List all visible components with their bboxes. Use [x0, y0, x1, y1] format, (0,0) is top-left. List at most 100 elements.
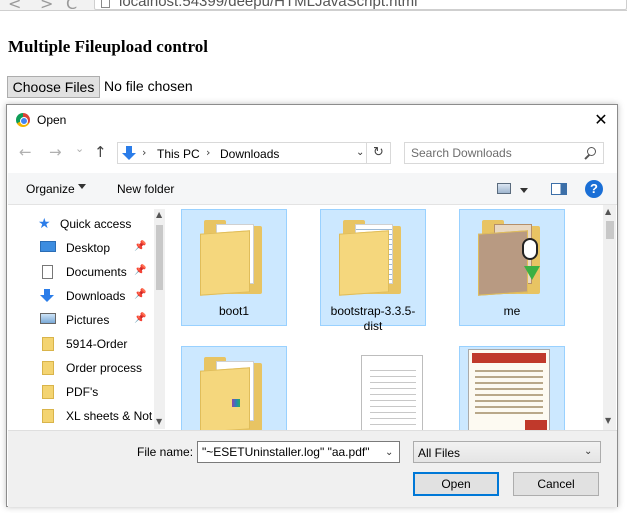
folder-icon [339, 218, 407, 298]
organize-menu[interactable]: Organize [26, 182, 75, 196]
back-arrow-icon[interactable]: ← [19, 143, 32, 161]
nav-item-xl-sheets[interactable]: XL sheets & Not [8, 405, 152, 427]
pin-icon: 📌 [134, 313, 147, 324]
downloads-icon [40, 289, 56, 303]
dialog-titlebar: Open ✕ [7, 105, 617, 135]
file-type-value: All Files [418, 446, 461, 460]
scroll-down-icon[interactable]: ▼ [156, 417, 162, 426]
scroll-up-icon[interactable]: ▲ [605, 207, 611, 216]
address-bar[interactable]: › This PC › Downloads ⌄ [117, 142, 367, 164]
choose-files-button[interactable]: Choose Files [7, 76, 100, 98]
file-name: bootstrap-3.3.5-dist [330, 304, 416, 333]
nav-item-desktop[interactable]: Desktop 📌 [8, 237, 148, 259]
navigation-scrollbar[interactable]: ▲ ▼ [154, 209, 165, 429]
dialog-footer: File name: ⌄ All Files ⌄ Open Cancel [8, 430, 617, 507]
organize-caret-icon[interactable] [78, 184, 86, 189]
folder-icon [42, 385, 54, 399]
nav-item-documents[interactable]: Documents 📌 [8, 261, 148, 283]
view-options-caret-icon[interactable] [520, 188, 528, 193]
browser-reload-icon[interactable]: C [66, 0, 77, 10]
navigation-pane: ★ Quick access Desktop 📌 Documents 📌 Dow… [8, 205, 163, 430]
file-list: boot1 bootstrap-3.3.5-dist me [169, 205, 599, 430]
folder-icon [200, 218, 268, 298]
browser-url-text: localhost:54399/deepu/HTMLJavaScript.htm… [119, 0, 418, 10]
nav-item-downloads[interactable]: Downloads 📌 [8, 285, 148, 307]
dialog-title: Open [37, 113, 67, 127]
nav-item-label: Pictures [66, 313, 110, 327]
folder-icon [478, 218, 546, 298]
dialog-toolbar: Organize New folder ? [8, 173, 617, 205]
desktop-icon [40, 241, 56, 252]
scroll-thumb[interactable] [606, 221, 614, 239]
breadcrumb-separator: › [206, 146, 211, 159]
cancel-button[interactable]: Cancel [513, 472, 599, 496]
breadcrumb-downloads[interactable]: Downloads [220, 147, 279, 161]
scroll-up-icon[interactable]: ▲ [156, 210, 162, 219]
refresh-icon[interactable]: ↻ [367, 142, 391, 164]
chrome-icon [16, 113, 30, 127]
page-title: Multiple Fileupload control [8, 37, 208, 56]
scroll-down-icon[interactable]: ▼ [605, 416, 611, 425]
folder-icon [42, 361, 54, 375]
pin-icon: 📌 [134, 241, 147, 252]
scroll-thumb[interactable] [156, 225, 163, 290]
file-name: boot1 [218, 304, 250, 318]
file-item-bootstrap[interactable]: bootstrap-3.3.5-dist [320, 209, 426, 333]
nav-item-pdfs[interactable]: PDF's [8, 381, 148, 403]
nav-item-label: Order process [66, 361, 143, 375]
up-arrow-icon[interactable]: ↑ [94, 143, 107, 161]
star-icon: ★ [38, 216, 51, 232]
search-input[interactable] [406, 144, 576, 162]
change-view-icon[interactable] [497, 183, 511, 194]
file-name-combobox[interactable]: ⌄ [197, 441, 400, 463]
search-icon[interactable] [583, 147, 597, 161]
nav-item-label: Desktop [66, 241, 111, 255]
open-file-dialog: Open ✕ ← → ⌄ ↑ › This PC › Downloads ⌄ ↻… [6, 104, 618, 507]
nav-item-5914-order[interactable]: 5914-Order [8, 333, 148, 355]
file-item-text-document[interactable] [320, 346, 426, 430]
page-icon [101, 0, 110, 8]
chevron-down-icon: ⌄ [584, 446, 593, 457]
pdf-document-icon [468, 349, 550, 430]
file-name-input[interactable] [199, 443, 379, 461]
file-item-me[interactable]: me [459, 209, 565, 326]
pin-icon: 📌 [134, 265, 147, 276]
nav-item-label: Documents [66, 265, 127, 279]
nav-item-label: XL sheets & Not [66, 409, 153, 423]
browser-back-icon[interactable]: < [8, 0, 21, 10]
search-field[interactable] [404, 142, 604, 164]
downloads-location-icon [122, 146, 136, 160]
forward-arrow-icon[interactable]: → [49, 143, 62, 161]
nav-item-label: Downloads [66, 289, 126, 303]
pin-icon: 📌 [134, 289, 147, 300]
file-item-boot1[interactable]: boot1 [181, 209, 287, 326]
file-name: me [503, 304, 521, 318]
nav-item-pictures[interactable]: Pictures 📌 [8, 309, 148, 331]
file-name-label: File name: [137, 445, 194, 459]
browser-toolbar: < > C localhost:54399/deepu/HTMLJavaScri… [0, 0, 627, 11]
chevron-down-icon[interactable]: ⌄ [385, 447, 393, 458]
no-file-chosen-text: No file chosen [104, 78, 193, 94]
breadcrumb-this-pc[interactable]: This PC [157, 147, 200, 161]
address-dropdown-icon[interactable]: ⌄ [356, 147, 364, 158]
help-icon[interactable]: ? [585, 180, 603, 198]
folder-icon [42, 337, 54, 351]
preview-pane-icon[interactable] [551, 183, 567, 195]
open-button[interactable]: Open [413, 472, 499, 496]
close-button[interactable]: ✕ [591, 110, 611, 130]
nav-item-order-process[interactable]: Order process [8, 357, 148, 379]
nav-item-quick-access[interactable]: ★ Quick access [8, 213, 148, 235]
browser-address-bar[interactable]: localhost:54399/deepu/HTMLJavaScript.htm… [94, 0, 627, 10]
text-document-icon [339, 355, 423, 430]
file-type-select[interactable]: All Files ⌄ [413, 441, 601, 463]
pictures-icon [40, 313, 56, 324]
recent-locations-icon[interactable]: ⌄ [75, 142, 84, 155]
new-folder-button[interactable]: New folder [117, 182, 174, 196]
breadcrumb-separator: › [142, 146, 147, 159]
browser-forward-icon[interactable]: > [40, 0, 53, 10]
nav-item-label: PDF's [66, 385, 99, 399]
folder-icon [42, 409, 54, 423]
file-list-scrollbar[interactable]: ▲ ▼ [603, 205, 616, 430]
file-item-pdf-document[interactable] [459, 346, 565, 430]
file-item-folder[interactable] [181, 346, 287, 430]
